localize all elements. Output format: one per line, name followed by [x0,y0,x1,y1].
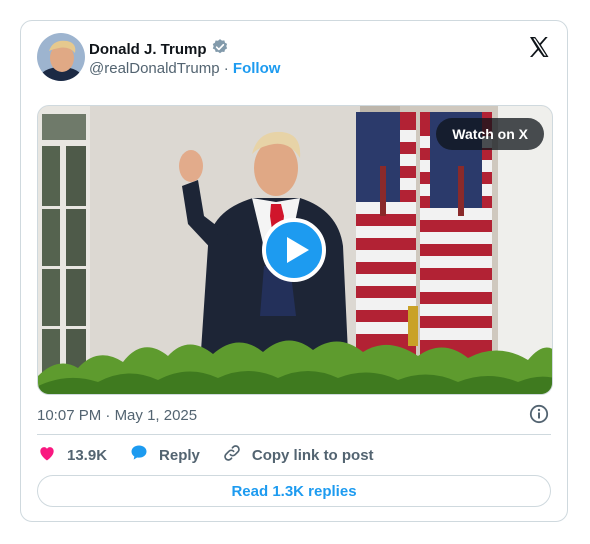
video-media[interactable]: Watch on X [37,105,553,395]
author-name[interactable]: Donald J. Trump [89,41,207,58]
x-logo-icon[interactable] [527,35,551,59]
heart-icon [37,443,57,467]
handle-row: @realDonaldTrump · Follow [89,60,280,77]
read-replies-label: Read 1.3K replies [231,482,357,500]
action-bar: 13.9K Reply Copy link to post [37,445,396,465]
author-handle[interactable]: @realDonaldTrump [89,60,220,77]
handle-separator: · [223,60,229,77]
post-timestamp[interactable]: 10:07 PM · May 1, 2025 [37,407,197,424]
follow-button[interactable]: Follow [233,60,281,77]
read-replies-button[interactable]: Read 1.3K replies [37,475,551,507]
post-date: May 1, 2025 [114,407,198,424]
copy-link-label: Copy link to post [251,446,374,464]
info-icon[interactable] [529,404,549,424]
reply-button[interactable]: Reply [129,443,200,467]
like-button[interactable]: 13.9K [37,443,107,467]
reply-label: Reply [159,446,200,464]
tweet-card[interactable]: Donald J. Trump @realDonaldTrump · Follo… [20,20,568,522]
copy-link-button[interactable]: Copy link to post [222,443,374,467]
timestamp-separator: · [105,407,111,424]
link-icon [222,443,242,467]
like-count: 13.9K [67,446,108,464]
verified-badge-icon [211,38,229,61]
post-time: 10:07 PM [37,407,102,424]
play-button-icon[interactable] [262,218,326,282]
divider [37,434,551,435]
author-name-row: Donald J. Trump [89,38,229,61]
watch-on-x-button[interactable]: Watch on X [436,118,544,150]
speech-bubble-icon [129,443,149,467]
avatar[interactable] [37,33,85,81]
